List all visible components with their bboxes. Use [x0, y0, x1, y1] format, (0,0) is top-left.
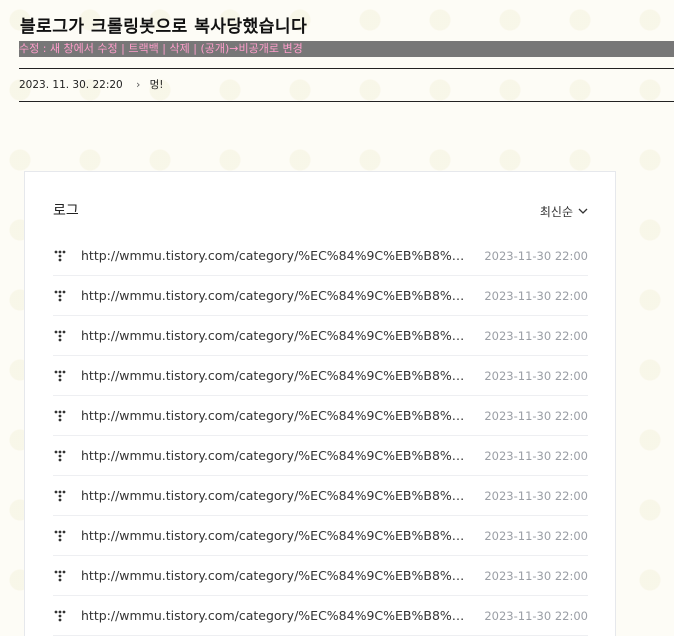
log-title: 로그 [53, 203, 79, 219]
log-url[interactable]: http://wmmu.tistory.com/category/%EC%84%… [81, 568, 465, 583]
log-row[interactable]: http://wmmu.tistory.com/category/%EC%84%… [53, 596, 588, 636]
page: 블로그가 크롤링봇으로 복사당했습니다 수정 : 새 창에서 수정 | 트랙백 … [0, 0, 674, 636]
post-author[interactable]: 멍! [150, 79, 164, 91]
referrer-dots-icon [54, 530, 66, 541]
log-date: 2023-11-30 22:00 [484, 568, 588, 583]
log-date: 2023-11-30 22:00 [484, 328, 588, 343]
log-date: 2023-11-30 22:00 [484, 368, 588, 383]
post-date: 2023. 11. 30. 22:20 [19, 79, 123, 91]
log-url[interactable]: http://wmmu.tistory.com/category/%EC%84%… [81, 248, 465, 263]
log-card: 로그 최신순 http://wmmu.tistory.com/category/… [24, 171, 616, 636]
admin-bar: 수정 : 새 창에서 수정 | 트랙백 | 삭제 | (공개)→비공개로 변경 [19, 41, 674, 57]
log-row[interactable]: http://wmmu.tistory.com/category/%EC%84%… [53, 236, 588, 276]
log-list: http://wmmu.tistory.com/category/%EC%84%… [53, 236, 588, 636]
log-row[interactable]: http://wmmu.tistory.com/category/%EC%84%… [53, 556, 588, 596]
log-row[interactable]: http://wmmu.tistory.com/category/%EC%84%… [53, 396, 588, 436]
visibility-toggle-link[interactable]: (공개)→비공개로 변경 [200, 42, 302, 55]
log-url[interactable]: http://wmmu.tistory.com/category/%EC%84%… [81, 488, 465, 503]
log-url[interactable]: http://wmmu.tistory.com/category/%EC%84%… [81, 528, 465, 543]
separator: | [193, 42, 197, 55]
chevron-right-icon: › [136, 79, 141, 91]
referrer-dots-icon [54, 610, 66, 621]
log-url[interactable]: http://wmmu.tistory.com/category/%EC%84%… [81, 408, 465, 423]
referrer-dots-icon [54, 330, 66, 341]
separator: | [121, 42, 125, 55]
referrer-dots-icon [54, 250, 66, 261]
log-row[interactable]: http://wmmu.tistory.com/category/%EC%84%… [53, 516, 588, 556]
log-date: 2023-11-30 22:00 [484, 288, 588, 303]
referrer-dots-icon [54, 290, 66, 301]
log-url[interactable]: http://wmmu.tistory.com/category/%EC%84%… [81, 608, 465, 623]
referrer-dots-icon [54, 370, 66, 381]
log-date: 2023-11-30 22:00 [484, 528, 588, 543]
log-row[interactable]: http://wmmu.tistory.com/category/%EC%84%… [53, 276, 588, 316]
log-date: 2023-11-30 22:00 [484, 608, 588, 623]
chevron-down-icon [578, 208, 588, 214]
log-date: 2023-11-30 22:00 [484, 408, 588, 423]
log-date: 2023-11-30 22:00 [484, 248, 588, 263]
log-url[interactable]: http://wmmu.tistory.com/category/%EC%84%… [81, 368, 465, 383]
log-row[interactable]: http://wmmu.tistory.com/category/%EC%84%… [53, 316, 588, 356]
sort-dropdown[interactable]: 최신순 [540, 203, 588, 220]
log-url[interactable]: http://wmmu.tistory.com/category/%EC%84%… [81, 328, 465, 343]
log-date: 2023-11-30 22:00 [484, 488, 588, 503]
referrer-dots-icon [54, 450, 66, 461]
log-row[interactable]: http://wmmu.tistory.com/category/%EC%84%… [53, 476, 588, 516]
log-row[interactable]: http://wmmu.tistory.com/category/%EC%84%… [53, 436, 588, 476]
trackback-link[interactable]: 트랙백 [128, 42, 158, 55]
post-title: 블로그가 크롤링봇으로 복사당했습니다 [20, 17, 308, 37]
delete-link[interactable]: 삭제 [169, 42, 189, 55]
log-row[interactable]: http://wmmu.tistory.com/category/%EC%84%… [53, 356, 588, 396]
referrer-dots-icon [54, 490, 66, 501]
edit-link[interactable]: 수정 : 새 창에서 수정 [19, 42, 118, 55]
referrer-dots-icon [54, 410, 66, 421]
separator: | [162, 42, 166, 55]
referrer-dots-icon [54, 570, 66, 581]
sort-label: 최신순 [539, 205, 573, 219]
log-date: 2023-11-30 22:00 [484, 448, 588, 463]
log-url[interactable]: http://wmmu.tistory.com/category/%EC%84%… [81, 448, 465, 463]
post-meta: 2023. 11. 30. 22:20 › 멍! [19, 68, 674, 102]
log-url[interactable]: http://wmmu.tistory.com/category/%EC%84%… [81, 288, 465, 303]
